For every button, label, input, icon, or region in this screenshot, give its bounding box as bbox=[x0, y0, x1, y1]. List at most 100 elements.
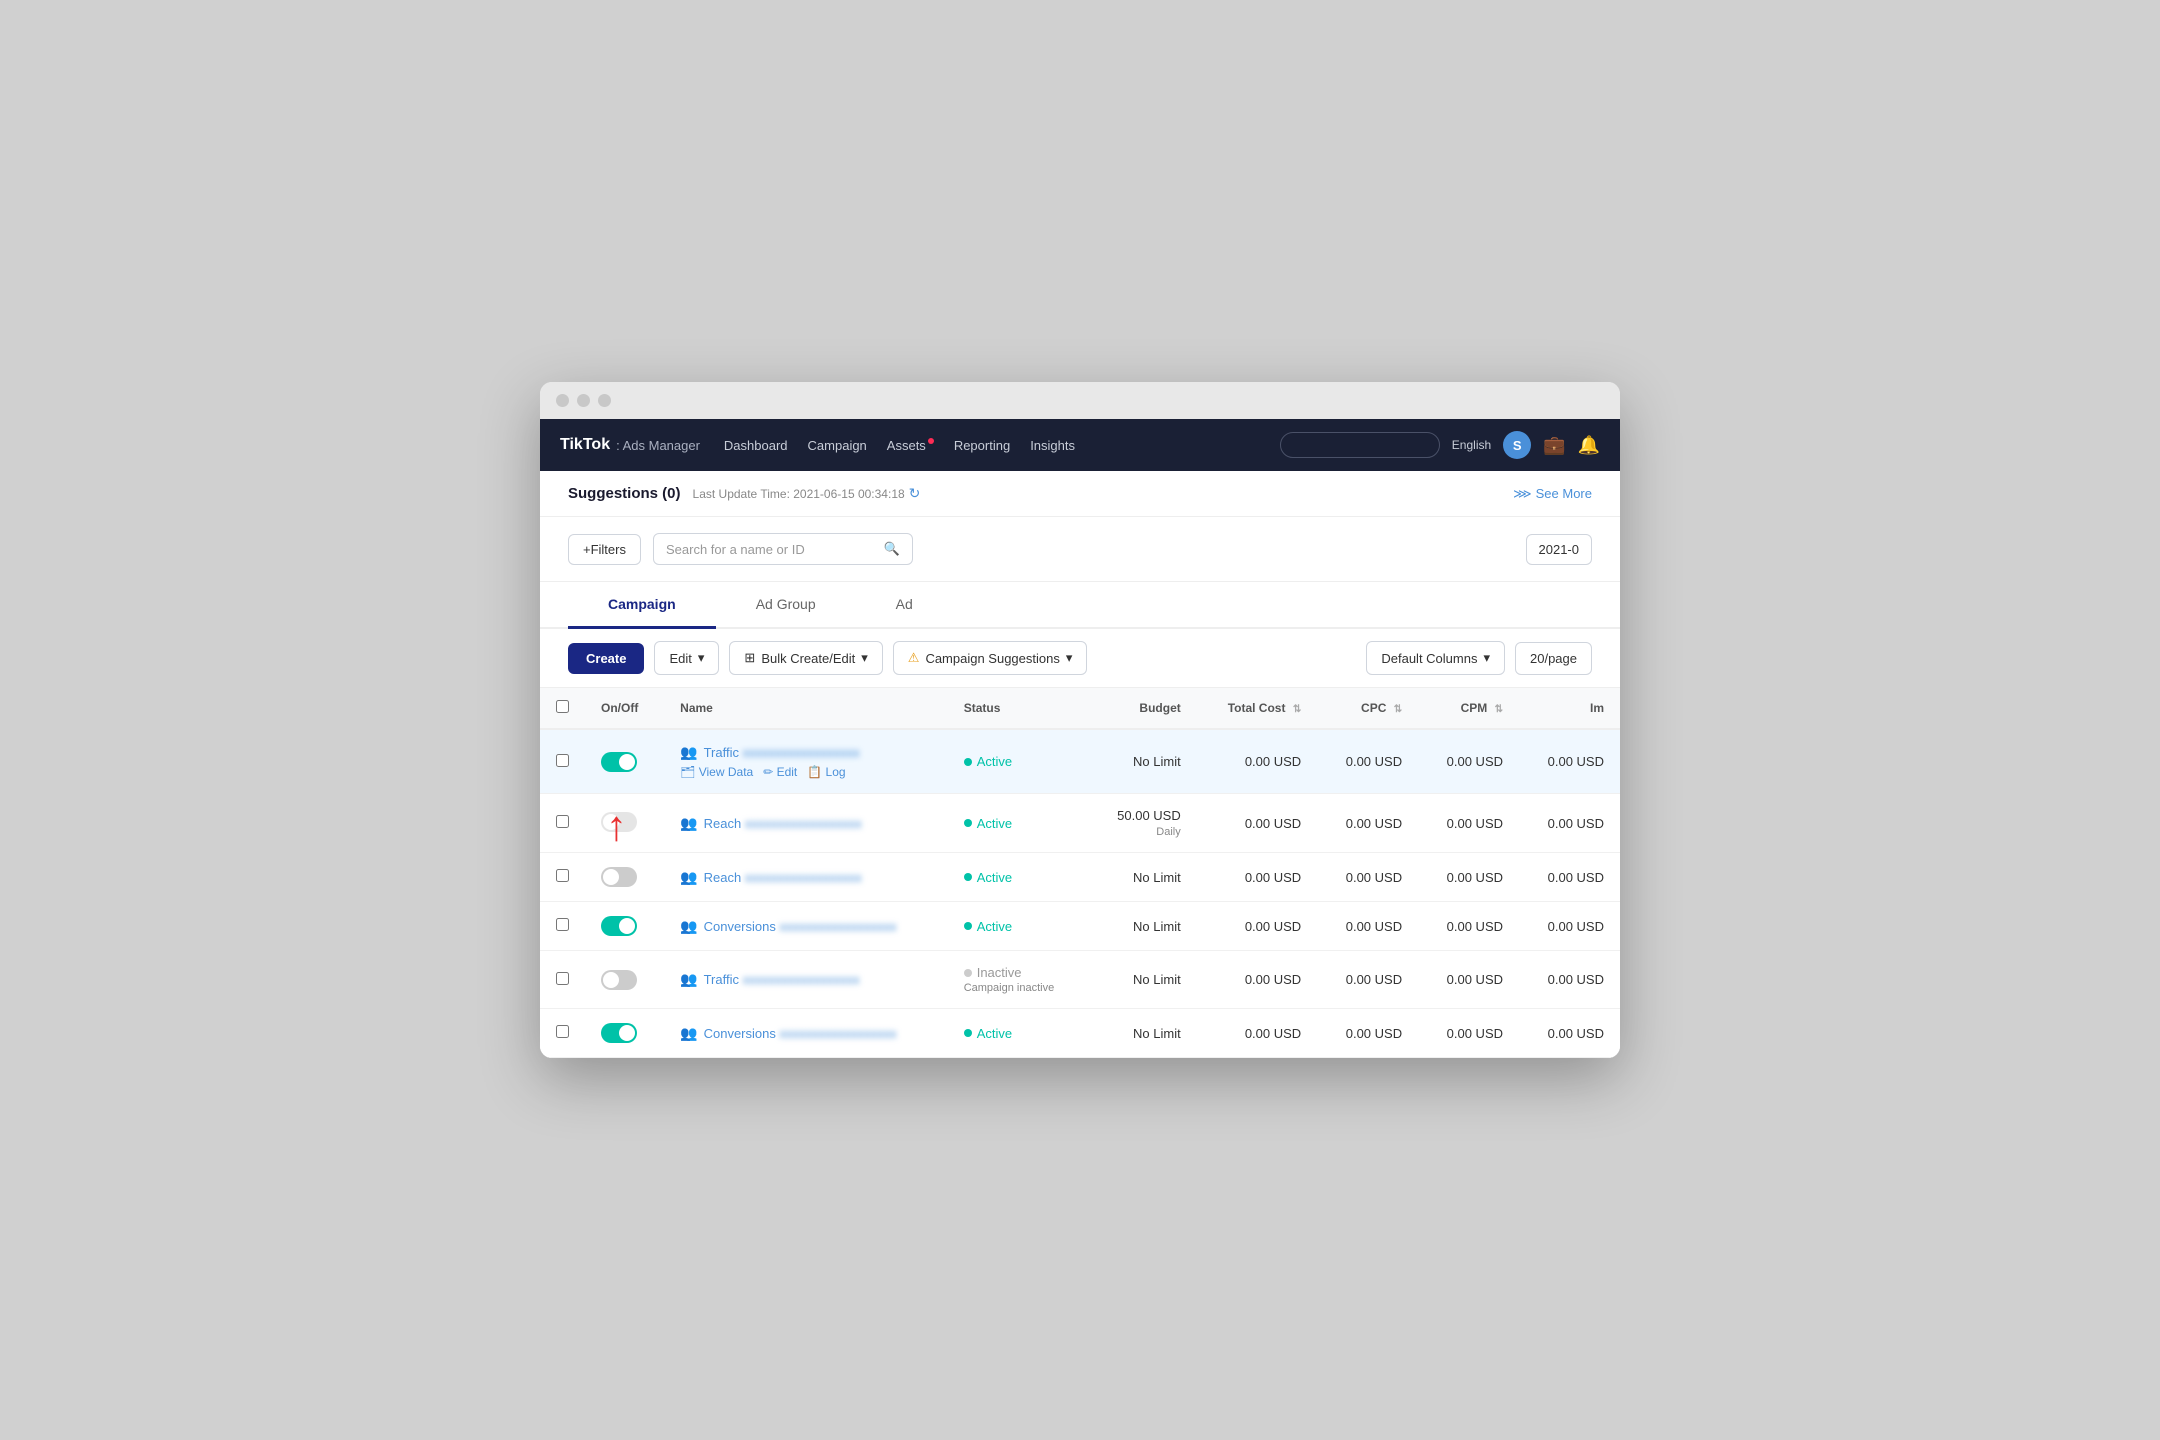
impressions-3: 0.00 USD bbox=[1519, 853, 1620, 902]
assets-badge bbox=[928, 438, 934, 444]
campaign-name-link-3[interactable]: Reach xxxxxxxxxxxxxxxxxx bbox=[704, 870, 862, 885]
toggle-6[interactable] bbox=[601, 1023, 637, 1043]
toggle-3[interactable] bbox=[601, 867, 637, 887]
campaign-name-link-2[interactable]: Reach xxxxxxxxxxxxxxxxxx bbox=[704, 816, 862, 831]
columns-chevron-icon: ▾ bbox=[1483, 650, 1490, 666]
table-row: 👥 Traffic xxxxxxxxxxxxxxxxxx 🗂 View Data… bbox=[540, 729, 1620, 794]
status-4: Active bbox=[964, 919, 1072, 934]
table-row: 👥 Traffic xxxxxxxxxxxxxxxxxx Inactive Ca… bbox=[540, 951, 1620, 1009]
header-cpm[interactable]: CPM ⇅ bbox=[1418, 688, 1519, 729]
total-cost-1: 0.00 USD bbox=[1197, 729, 1317, 794]
nav-campaign[interactable]: Campaign bbox=[808, 438, 867, 453]
cpm-1: 0.00 USD bbox=[1418, 729, 1519, 794]
filters-button[interactable]: +Filters bbox=[568, 534, 641, 565]
row-checkbox-6[interactable] bbox=[556, 1025, 569, 1038]
campaign-icon-2: 👥 bbox=[680, 815, 697, 832]
total-cost-sort-icon: ⇅ bbox=[1293, 704, 1301, 715]
status-sub-5: Campaign inactive bbox=[964, 982, 1072, 994]
campaign-icon-5: 👥 bbox=[680, 971, 697, 988]
campaign-name-link-6[interactable]: Conversions xxxxxxxxxxxxxxxxxx bbox=[704, 1026, 897, 1041]
toolbar: +Filters Search for a name or ID 🔍 2021-… bbox=[540, 517, 1620, 582]
select-all-checkbox[interactable] bbox=[556, 700, 569, 713]
impressions-2: 0.00 USD bbox=[1519, 794, 1620, 853]
view-data-link-1[interactable]: 🗂 View Data bbox=[680, 765, 753, 779]
cpc-5: 0.00 USD bbox=[1317, 951, 1418, 1009]
campaign-suggestions-label: Campaign Suggestions bbox=[925, 651, 1059, 666]
status-1: Active bbox=[964, 754, 1072, 769]
navbar: TikTok : Ads Manager Dashboard Campaign … bbox=[540, 419, 1620, 471]
campaign-name-link-5[interactable]: Traffic xxxxxxxxxxxxxxxxxx bbox=[704, 972, 860, 987]
search-box[interactable]: Search for a name or ID 🔍 bbox=[653, 533, 913, 565]
campaign-icon-3: 👥 bbox=[680, 869, 697, 886]
status-5: Inactive bbox=[964, 965, 1072, 980]
window-minimize-dot[interactable] bbox=[577, 394, 590, 407]
budget-2: 50.00 USDDaily bbox=[1088, 794, 1197, 853]
total-cost-3: 0.00 USD bbox=[1197, 853, 1317, 902]
toggle-1[interactable] bbox=[601, 752, 637, 772]
title-bar bbox=[540, 382, 1620, 419]
suggestions-chevron-icon: ▾ bbox=[1066, 650, 1073, 666]
campaign-actions-1: 🗂 View Data ✏ Edit 📋 Log bbox=[680, 765, 932, 779]
tab-campaign[interactable]: Campaign bbox=[568, 582, 716, 629]
refresh-icon[interactable]: ↻ bbox=[909, 485, 921, 502]
toggle-5[interactable] bbox=[601, 970, 637, 990]
cpc-3: 0.00 USD bbox=[1317, 853, 1418, 902]
campaign-suggestions-button[interactable]: ⚠ Campaign Suggestions ▾ bbox=[893, 641, 1088, 675]
log-link-1[interactable]: 📋 Log bbox=[807, 765, 845, 779]
avatar[interactable]: S bbox=[1503, 431, 1531, 459]
row-checkbox-2[interactable] bbox=[556, 815, 569, 828]
briefcase-icon[interactable]: 💼 bbox=[1543, 435, 1565, 456]
navbar-search-input[interactable] bbox=[1280, 432, 1440, 458]
chevron-down-icon: ⋙ bbox=[1513, 486, 1532, 502]
edit-button[interactable]: Edit ▾ bbox=[654, 641, 719, 675]
ads-manager-text: : Ads Manager bbox=[616, 438, 700, 453]
header-checkbox-col bbox=[540, 688, 585, 729]
row-checkbox-4[interactable] bbox=[556, 918, 569, 931]
cpm-5: 0.00 USD bbox=[1418, 951, 1519, 1009]
main-content: Suggestions (0) Last Update Time: 2021-0… bbox=[540, 471, 1620, 1058]
row-checkbox-3[interactable] bbox=[556, 869, 569, 882]
row-checkbox-1[interactable] bbox=[556, 754, 569, 767]
create-button[interactable]: Create bbox=[568, 643, 644, 674]
default-columns-button[interactable]: Default Columns ▾ bbox=[1366, 641, 1505, 675]
campaign-name-5: 👥 Traffic xxxxxxxxxxxxxxxxxx bbox=[680, 971, 932, 988]
header-status: Status bbox=[948, 688, 1088, 729]
total-cost-5: 0.00 USD bbox=[1197, 951, 1317, 1009]
nav-insights[interactable]: Insights bbox=[1030, 438, 1075, 453]
tab-ad[interactable]: Ad bbox=[856, 582, 953, 629]
header-name: Name bbox=[664, 688, 948, 729]
tab-ad-group[interactable]: Ad Group bbox=[716, 582, 856, 629]
header-im: Im bbox=[1519, 688, 1620, 729]
edit-label: Edit bbox=[669, 651, 691, 666]
budget-4: No Limit bbox=[1088, 902, 1197, 951]
app-window: TikTok : Ads Manager Dashboard Campaign … bbox=[540, 382, 1620, 1058]
date-picker[interactable]: 2021-0 bbox=[1526, 534, 1592, 565]
row-checkbox-5[interactable] bbox=[556, 972, 569, 985]
per-page-button[interactable]: 20/page bbox=[1515, 642, 1592, 675]
campaign-name-link-4[interactable]: Conversions xxxxxxxxxxxxxxxxxx bbox=[704, 919, 897, 934]
tiktok-text: TikTok bbox=[560, 436, 610, 454]
budget-1: No Limit bbox=[1088, 729, 1197, 794]
campaign-name-link-1[interactable]: Traffic xxxxxxxxxxxxxxxxxx bbox=[704, 745, 860, 760]
bulk-create-button[interactable]: ⊞ Bulk Create/Edit ▾ bbox=[729, 641, 882, 675]
campaign-icon-1: 👥 bbox=[680, 744, 697, 761]
suggestions-title: Suggestions (0) bbox=[568, 485, 681, 502]
nav-dashboard[interactable]: Dashboard bbox=[724, 438, 788, 453]
toggle-4[interactable] bbox=[601, 916, 637, 936]
campaign-name-2: 👥 Reach xxxxxxxxxxxxxxxxxx bbox=[680, 815, 932, 832]
cpc-sort-icon: ⇅ bbox=[1394, 704, 1402, 715]
window-maximize-dot[interactable] bbox=[598, 394, 611, 407]
see-more-button[interactable]: ⋙ See More bbox=[1513, 486, 1592, 502]
nav-reporting[interactable]: Reporting bbox=[954, 438, 1010, 453]
budget-5: No Limit bbox=[1088, 951, 1197, 1009]
language-selector[interactable]: English bbox=[1452, 438, 1491, 452]
nav-assets[interactable]: Assets bbox=[887, 438, 934, 453]
table-row: 👥 Conversions xxxxxxxxxxxxxxxxxx Active … bbox=[540, 902, 1620, 951]
header-cpc[interactable]: CPC ⇅ bbox=[1317, 688, 1418, 729]
status-3: Active bbox=[964, 870, 1072, 885]
bell-icon[interactable]: 🔔 bbox=[1578, 435, 1600, 456]
edit-link-1[interactable]: ✏ Edit bbox=[763, 765, 797, 779]
toggle-2[interactable] bbox=[601, 812, 637, 832]
header-total-cost[interactable]: Total Cost ⇅ bbox=[1197, 688, 1317, 729]
window-close-dot[interactable] bbox=[556, 394, 569, 407]
